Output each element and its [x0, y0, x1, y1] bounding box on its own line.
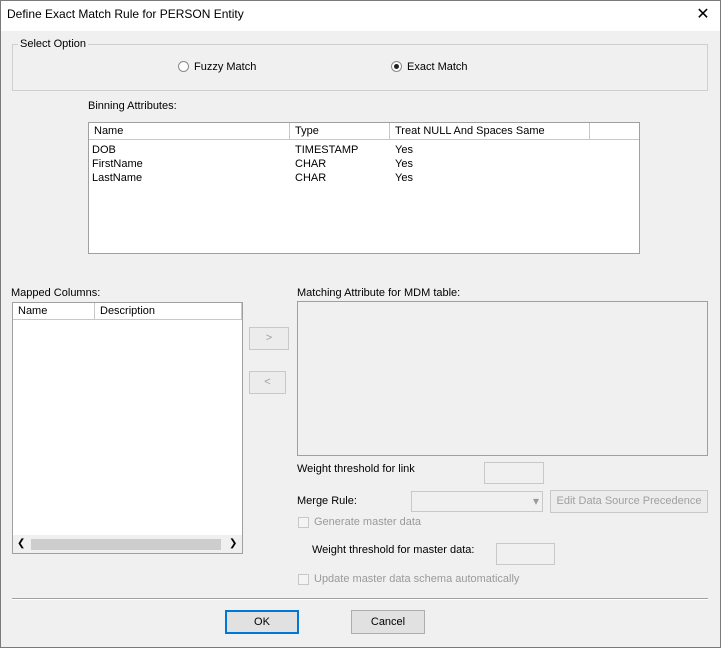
row-type: CHAR [295, 158, 327, 170]
chevron-down-icon[interactable]: ▾ [533, 494, 539, 508]
horizontal-scrollbar[interactable]: ❮ ❯ [13, 535, 242, 553]
row-type: TIMESTAMP [295, 144, 359, 156]
column-header-type[interactable]: Type [290, 123, 390, 140]
update-master-schema-label[interactable]: Update master data schema automatically [314, 573, 519, 585]
remove-mapping-button[interactable]: < [249, 371, 286, 394]
mapped-columns-label: Mapped Columns: [11, 287, 101, 299]
fuzzy-match-radio[interactable] [178, 61, 189, 72]
close-icon[interactable]: ✕ [692, 4, 714, 26]
select-option-group [12, 44, 708, 91]
weight-threshold-master-label: Weight threshold for master data: [312, 544, 475, 556]
matching-attribute-list[interactable] [297, 301, 708, 456]
exact-match-radio[interactable] [391, 61, 402, 72]
merge-rule-select[interactable]: ▾ [411, 491, 543, 512]
column-header-treat-null[interactable]: Treat NULL And Spaces Same [390, 123, 590, 140]
weight-threshold-master-input[interactable] [496, 543, 555, 565]
row-type: CHAR [295, 172, 327, 184]
select-option-legend: Select Option [18, 38, 89, 50]
add-mapping-button[interactable]: > [249, 327, 289, 350]
weight-threshold-link-label: Weight threshold for link [297, 463, 415, 475]
generate-master-data-label[interactable]: Generate master data [314, 516, 421, 528]
edit-data-source-precedence-button[interactable]: Edit Data Source Precedence [550, 490, 708, 513]
column-header-empty [590, 123, 639, 140]
column-header-name[interactable]: Name [89, 123, 290, 140]
weight-threshold-link-input[interactable] [484, 462, 544, 484]
scroll-right-icon[interactable]: ❯ [229, 538, 237, 549]
row-treat: Yes [395, 158, 413, 170]
cancel-button[interactable]: Cancel [351, 610, 425, 634]
update-master-schema-checkbox[interactable] [298, 574, 309, 585]
footer-divider [12, 598, 708, 600]
row-name: DOB [92, 144, 116, 156]
column-header-description[interactable]: Description [95, 303, 242, 320]
binning-attributes-list[interactable]: Name Type Treat NULL And Spaces Same DOB… [88, 122, 640, 254]
window-title: Define Exact Match Rule for PERSON Entit… [7, 7, 244, 21]
scroll-left-icon[interactable]: ❮ [17, 538, 25, 549]
mapped-columns-list[interactable]: Name Description ❮ ❯ [12, 302, 243, 554]
matching-attribute-label: Matching Attribute for MDM table: [297, 287, 461, 299]
row-name: LastName [92, 172, 143, 184]
generate-master-data-checkbox[interactable] [298, 517, 309, 528]
fuzzy-match-label[interactable]: Fuzzy Match [194, 61, 256, 73]
ok-button[interactable]: OK [225, 610, 299, 634]
row-name: FirstName [92, 158, 143, 170]
binning-attributes-label: Binning Attributes: [88, 100, 177, 112]
column-header-name[interactable]: Name [13, 303, 95, 320]
row-treat: Yes [395, 144, 413, 156]
scrollbar-thumb[interactable] [31, 539, 221, 550]
row-treat: Yes [395, 172, 413, 184]
exact-match-label[interactable]: Exact Match [407, 61, 468, 73]
title-bar: Define Exact Match Rule for PERSON Entit… [1, 1, 720, 31]
merge-rule-label: Merge Rule: [297, 495, 357, 507]
